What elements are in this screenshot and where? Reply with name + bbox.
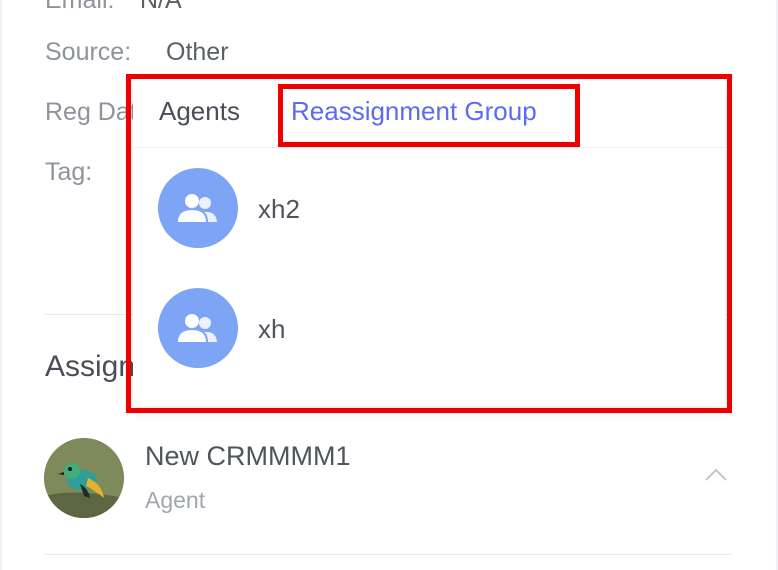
- group-item-xh[interactable]: xh: [133, 273, 725, 383]
- email-label: Email:: [45, 0, 115, 14]
- source-label: Source:: [45, 38, 132, 66]
- agent-name: New CRMMMM1: [145, 441, 351, 471]
- group-users-icon: [178, 314, 217, 342]
- group-item-xh2[interactable]: xh2: [133, 153, 725, 263]
- tabs-divider: [133, 147, 725, 148]
- tab-reassignment-group[interactable]: Reassignment Group: [291, 96, 537, 127]
- tab-agents[interactable]: Agents: [159, 96, 240, 127]
- agent-divider: [45, 554, 731, 555]
- email-value: N/A: [140, 0, 182, 14]
- source-value: Other: [166, 38, 229, 66]
- group-avatar: [158, 288, 238, 368]
- bird-avatar-image: [44, 438, 124, 518]
- panel-left-border: [0, 0, 2, 570]
- chevron-up-icon[interactable]: [704, 466, 728, 482]
- agent-avatar: [44, 438, 124, 518]
- contact-detail-panel: Email: N/A Source: Other Reg Date: Tag: …: [0, 0, 778, 570]
- group-avatar: [158, 168, 238, 248]
- group-name: xh: [258, 314, 286, 344]
- group-name: xh2: [258, 194, 300, 224]
- tag-label: Tag:: [45, 158, 93, 186]
- agent-role: Agent: [145, 487, 206, 513]
- group-users-icon: [178, 194, 217, 222]
